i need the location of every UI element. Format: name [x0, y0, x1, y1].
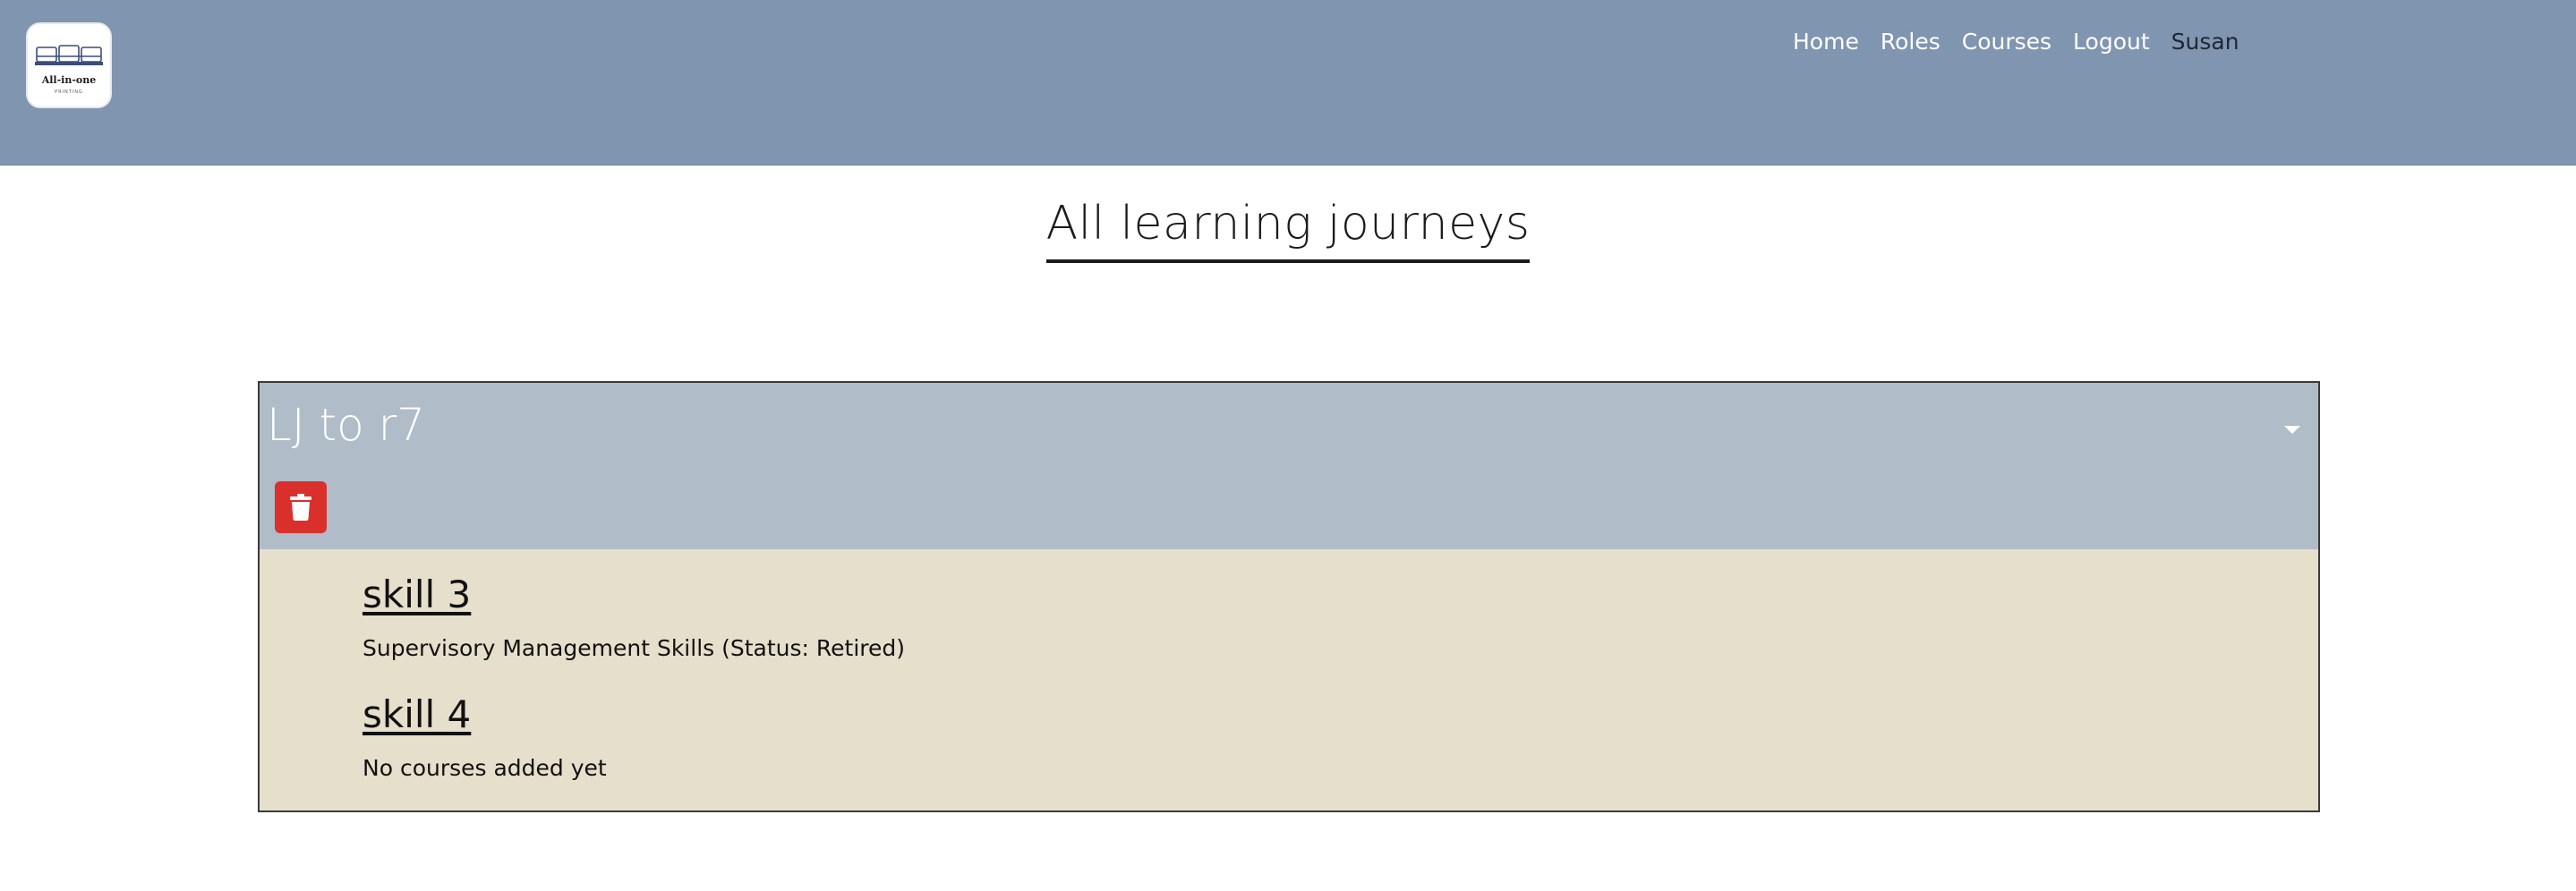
learning-journey-header[interactable]: LJ to r7	[260, 383, 2318, 549]
logo[interactable]: All-in-one PRINTING	[26, 22, 112, 108]
navbar: All-in-one PRINTING Home Roles Courses L…	[0, 0, 2576, 165]
nav-link-courses[interactable]: Courses	[1962, 29, 2051, 55]
page-title-container: All learning journeys	[0, 197, 2576, 263]
logo-subtext: PRINTING	[55, 89, 83, 95]
nav-user-name: Susan	[2171, 28, 2239, 55]
skill-item: skill 4 No courses added yet	[363, 689, 905, 784]
page-title: All learning journeys	[1045, 197, 1531, 263]
learning-journey-card: LJ to r7 skill 3 Supervisory Management …	[258, 381, 2320, 812]
nav-link-logout[interactable]: Logout	[2073, 29, 2150, 55]
learning-journey-title: LJ to r7	[267, 399, 425, 451]
trash-icon	[290, 494, 311, 521]
skill-title-link[interactable]: skill 3	[363, 569, 905, 621]
nav-links: Home Roles Courses Logout Susan	[1793, 25, 2239, 57]
caret-down-icon[interactable]	[2284, 426, 2300, 434]
skill-item: skill 3 Supervisory Management Skills (S…	[363, 569, 905, 664]
delete-journey-button[interactable]	[275, 481, 327, 533]
skill-description: Supervisory Management Skills (Status: R…	[363, 635, 906, 661]
skills-list: skill 3 Supervisory Management Skills (S…	[363, 569, 905, 784]
logo-text: All-in-one	[41, 74, 97, 86]
nav-link-roles[interactable]: Roles	[1881, 29, 1941, 55]
skill-description: No courses added yet	[363, 755, 607, 781]
nav-link-home[interactable]: Home	[1793, 29, 1859, 55]
skill-title-link[interactable]: skill 4	[363, 689, 905, 741]
